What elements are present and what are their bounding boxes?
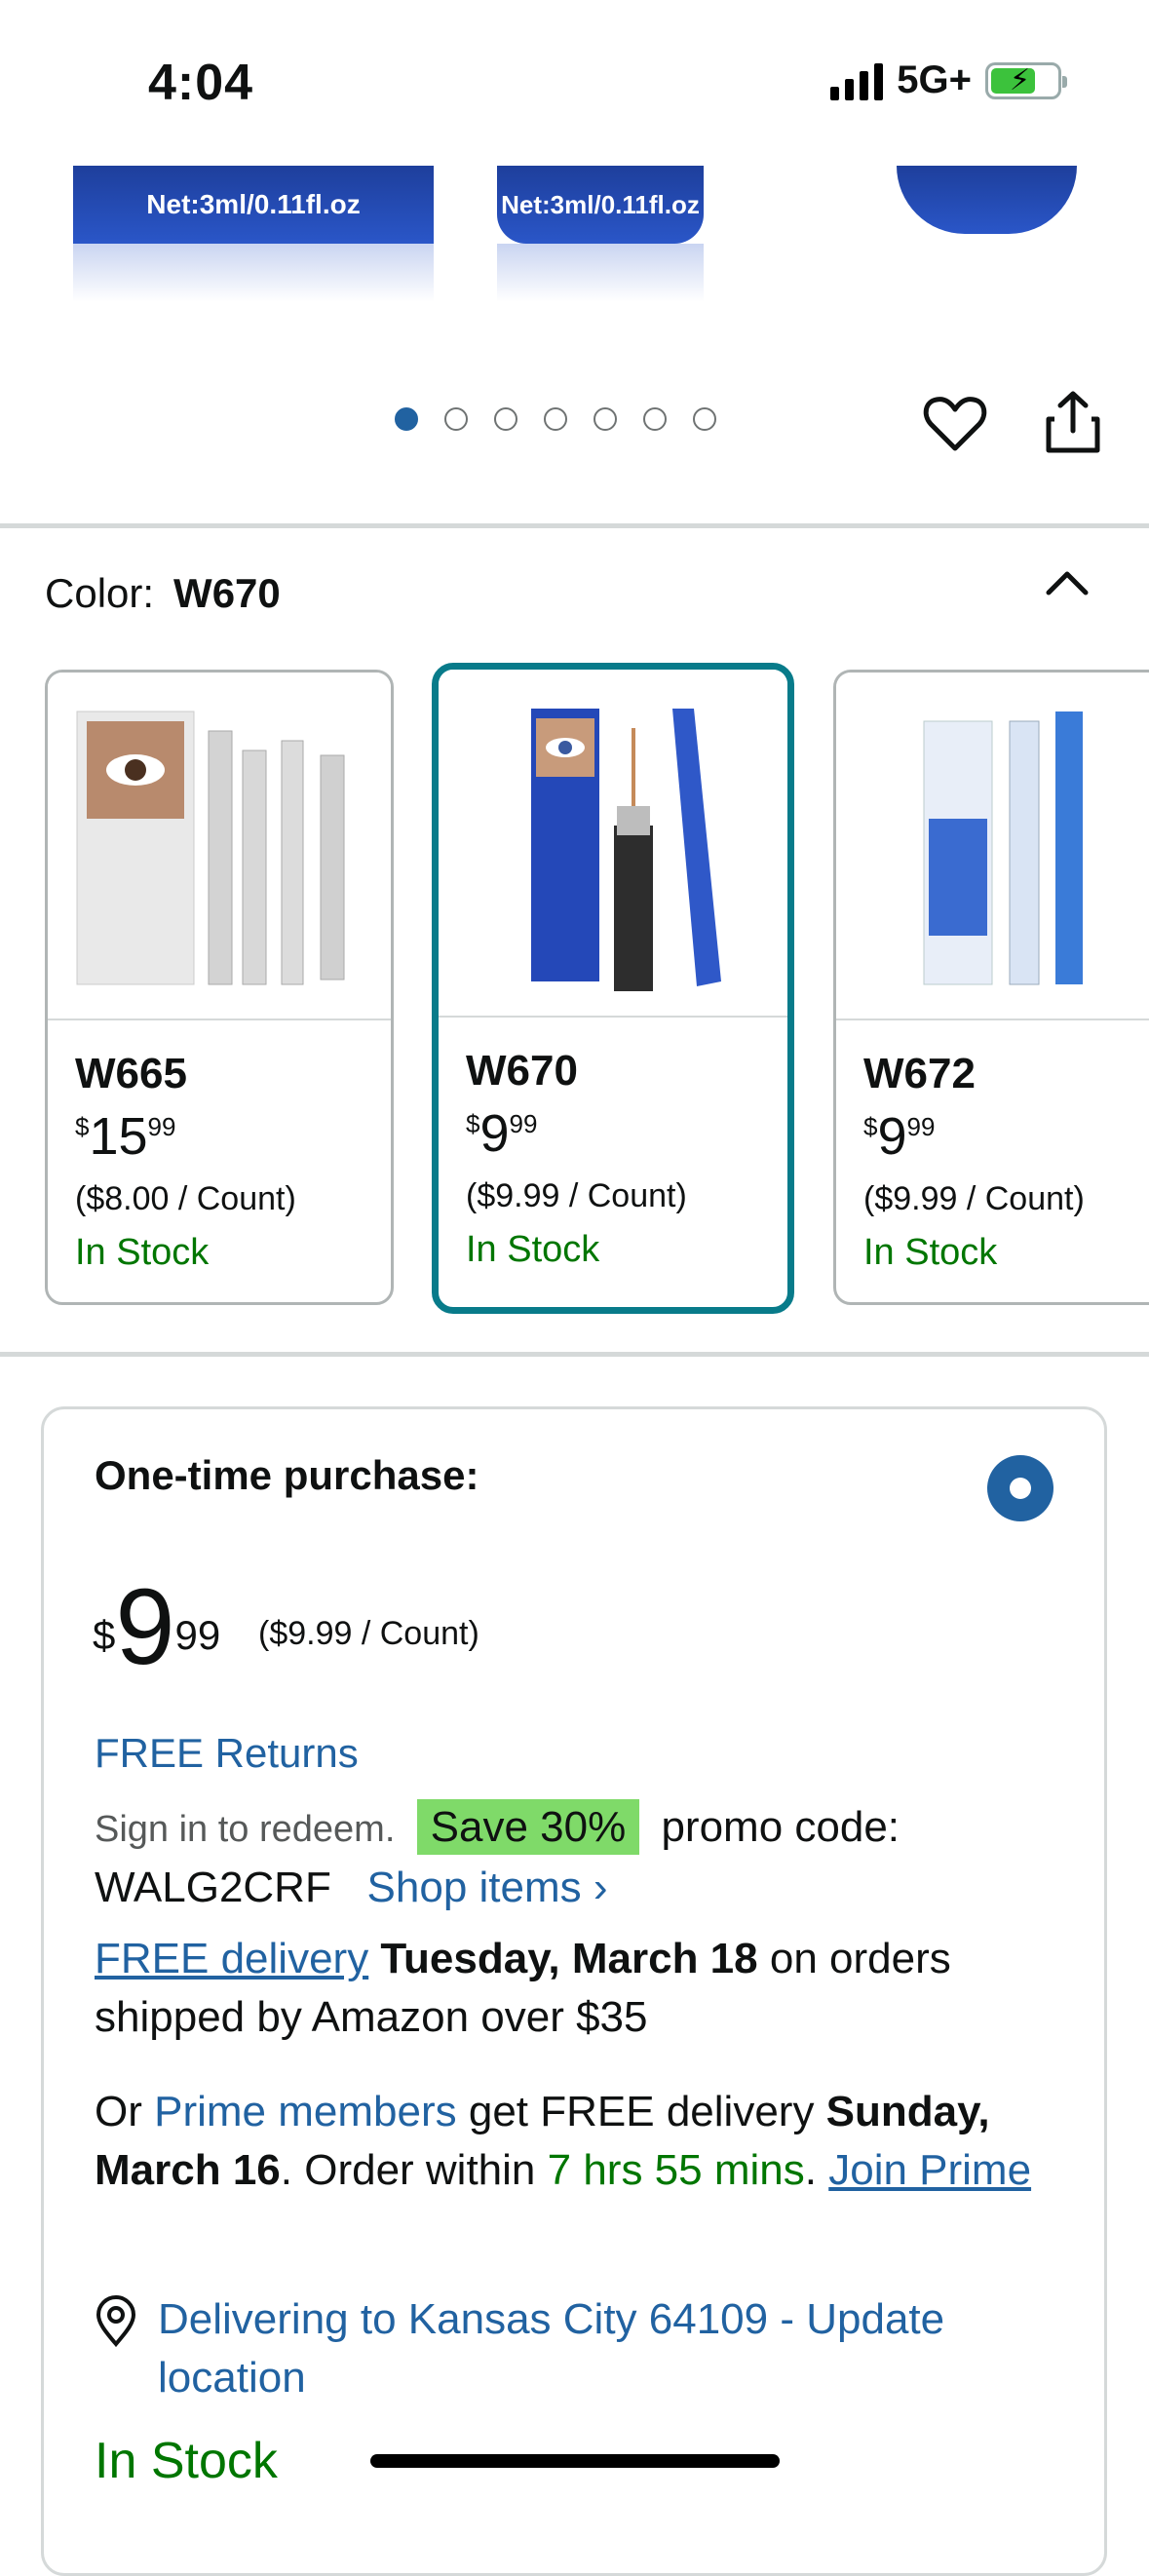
- heart-icon[interactable]: [921, 390, 989, 458]
- promo-code: WALG2CRF: [95, 1864, 331, 1911]
- color-option-name: W670: [466, 1047, 578, 1095]
- selected-color: W670: [173, 570, 281, 616]
- section-divider: [0, 523, 1149, 528]
- purchase-radio-selected[interactable]: [987, 1455, 1053, 1521]
- color-option-image: [48, 673, 391, 1020]
- delivery-date: Tuesday, March 18: [380, 1935, 758, 1982]
- gallery-dot[interactable]: [395, 407, 418, 431]
- gallery-dot[interactable]: [544, 407, 567, 431]
- gallery-dot[interactable]: [693, 407, 716, 431]
- shop-items-link[interactable]: Shop items ›: [367, 1864, 608, 1911]
- gallery-dot[interactable]: [594, 407, 617, 431]
- chevron-up-icon[interactable]: [1043, 563, 1092, 602]
- color-option-image: [836, 673, 1149, 1020]
- color-option-price: $999: [863, 1107, 936, 1166]
- location-pin-icon: [96, 2295, 136, 2348]
- one-time-purchase-title: One-time purchase:: [95, 1452, 479, 1498]
- promo-prefix: Sign in to redeem.: [95, 1809, 396, 1850]
- color-option-unit-price: ($9.99 / Count): [863, 1180, 1085, 1217]
- color-option-stock: In Stock: [466, 1229, 600, 1270]
- join-prime-link[interactable]: Join Prime: [828, 2146, 1031, 2194]
- delivery-info: FREE delivery Tuesday, March 18 on order…: [95, 1930, 1069, 2047]
- product-image-label: Net:3ml/0.11fl.oz: [146, 189, 361, 219]
- network-label: 5G+: [897, 58, 972, 101]
- color-option-card-selected[interactable]: W670 $999 ($9.99 / Count) In Stock: [432, 663, 794, 1314]
- product-image-gallery[interactable]: Net:3ml/0.11fl.oz Net:3ml/0.11fl.oz: [0, 166, 1149, 302]
- purchase-unit-price: ($9.99 / Count): [258, 1615, 479, 1652]
- gallery-pagination[interactable]: [395, 407, 716, 431]
- color-option-name: W665: [75, 1050, 187, 1097]
- prime-get: get FREE delivery: [468, 2088, 815, 2135]
- color-option-stock: In Stock: [75, 1232, 210, 1273]
- color-label: Color: W670: [45, 570, 281, 617]
- prime-or: Or: [95, 2088, 142, 2135]
- promo-block: Sign in to redeem. Save 30% promo code: …: [95, 1798, 1069, 1917]
- section-divider: [0, 1352, 1149, 1357]
- color-option-card[interactable]: W672 $999 ($9.99 / Count) In Stock: [833, 670, 1149, 1305]
- prime-order: . Order within: [280, 2146, 536, 2194]
- promo-suffix: promo code:: [661, 1803, 900, 1851]
- color-option-price: $999: [466, 1104, 538, 1163]
- product-image-bottle: Net:3ml/0.11fl.oz: [497, 166, 704, 244]
- free-delivery-link[interactable]: FREE delivery: [95, 1935, 368, 1982]
- home-indicator[interactable]: [370, 2454, 780, 2468]
- color-option-stock: In Stock: [863, 1232, 998, 1273]
- status-time: 4:04: [148, 55, 254, 111]
- product-image-box: Net:3ml/0.11fl.oz: [73, 166, 434, 244]
- stock-status: In Stock: [95, 2433, 278, 2489]
- share-icon[interactable]: [1043, 388, 1103, 456]
- signal-icon: [830, 61, 884, 100]
- promo-badge: Save 30%: [416, 1799, 640, 1855]
- free-returns-link[interactable]: FREE Returns: [95, 1730, 359, 1777]
- product-image-applicator: [897, 166, 1077, 234]
- gallery-dot[interactable]: [444, 407, 468, 431]
- prime-countdown: 7 hrs 55 mins: [547, 2146, 805, 2194]
- prime-dot: .: [804, 2146, 817, 2194]
- color-label-text: Color:: [45, 570, 155, 616]
- delivery-location-link[interactable]: Delivering to Kansas City 64109 - Update…: [158, 2290, 1035, 2407]
- color-option-price: $1599: [75, 1107, 176, 1166]
- color-option-unit-price: ($9.99 / Count): [466, 1177, 687, 1214]
- prime-delivery-info: Or Prime members get FREE delivery Sunda…: [95, 2083, 1069, 2200]
- prime-members-link[interactable]: Prime members: [154, 2088, 457, 2135]
- gallery-dot[interactable]: [494, 407, 517, 431]
- status-icons: 5G+ ⚡: [830, 58, 1067, 102]
- color-option-name: W672: [863, 1050, 976, 1097]
- gallery-dot[interactable]: [643, 407, 667, 431]
- purchase-price: $999: [93, 1567, 221, 1687]
- battery-icon: ⚡: [985, 61, 1067, 99]
- color-option-unit-price: ($8.00 / Count): [75, 1180, 296, 1217]
- color-option-card[interactable]: W665 $1599 ($8.00 / Count) In Stock: [45, 670, 394, 1305]
- color-option-image: [439, 670, 787, 1018]
- product-image-label: Net:3ml/0.11fl.oz: [501, 189, 700, 219]
